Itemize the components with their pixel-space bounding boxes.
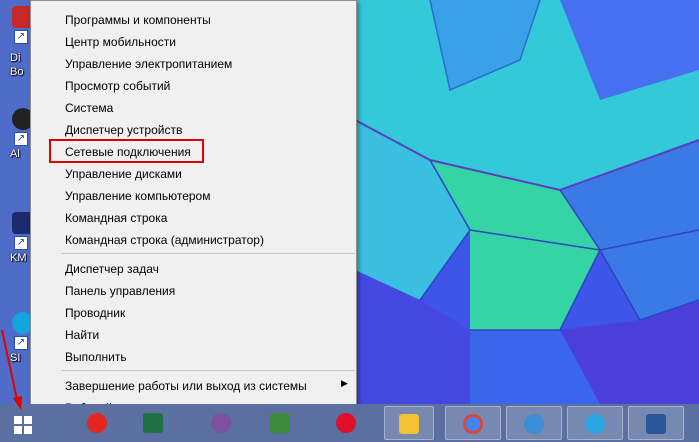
viber-icon (211, 413, 231, 433)
menu-item-disk-management[interactable]: Управление дисками (65, 165, 182, 183)
winx-context-menu: Программы и компоненты Центр мобильности… (30, 0, 357, 420)
taskbar-word[interactable] (628, 406, 684, 440)
menu-item-mobility-center[interactable]: Центр мобильности (65, 33, 176, 51)
menu-item-command-prompt[interactable]: Командная строка (65, 209, 167, 227)
menu-item-search[interactable]: Найти (65, 326, 99, 344)
taskbar (0, 404, 699, 442)
menu-separator (61, 370, 355, 371)
word-icon (646, 414, 666, 434)
taskbar-yandex[interactable] (77, 406, 117, 440)
menu-separator (61, 253, 355, 254)
menu-item-shutdown-or-sign-out[interactable]: Завершение работы или выход из системы (65, 377, 307, 395)
excel-icon (143, 413, 163, 433)
opera-icon (336, 413, 356, 433)
green-app-icon (270, 413, 290, 433)
bird-icon (524, 414, 544, 434)
taskbar-opera[interactable] (326, 406, 366, 440)
taskbar-telegram[interactable] (567, 406, 623, 440)
taskbar-explorer[interactable] (384, 406, 434, 440)
menu-item-system[interactable]: Система (65, 99, 113, 117)
menu-item-power-options[interactable]: Управление электропитанием (65, 55, 232, 73)
yandex-icon (87, 413, 107, 433)
telegram-icon (585, 414, 605, 434)
menu-item-command-prompt-admin[interactable]: Командная строка (администратор) (65, 231, 264, 249)
submenu-arrow-icon: ▶ (341, 378, 348, 388)
menu-item-computer-management[interactable]: Управление компьютером (65, 187, 210, 205)
taskbar-maxthon[interactable] (506, 406, 562, 440)
highlight-box (49, 139, 204, 163)
menu-item-device-manager[interactable]: Диспетчер устройств (65, 121, 182, 139)
folder-icon (399, 414, 419, 434)
menu-item-task-manager[interactable]: Диспетчер задач (65, 260, 159, 278)
taskbar-viber[interactable] (201, 406, 241, 440)
annotation-arrow-icon (1, 329, 22, 410)
menu-item-run[interactable]: Выполнить (65, 348, 127, 366)
taskbar-access[interactable] (260, 406, 300, 440)
menu-item-control-panel[interactable]: Панель управления (65, 282, 175, 300)
menu-item-file-explorer[interactable]: Проводник (65, 304, 125, 322)
taskbar-chrome[interactable] (445, 406, 501, 440)
taskbar-excel[interactable] (133, 406, 173, 440)
menu-item-programs-and-features[interactable]: Программы и компоненты (65, 11, 211, 29)
menu-item-event-viewer[interactable]: Просмотр событий (65, 77, 170, 95)
chrome-icon (463, 414, 483, 434)
